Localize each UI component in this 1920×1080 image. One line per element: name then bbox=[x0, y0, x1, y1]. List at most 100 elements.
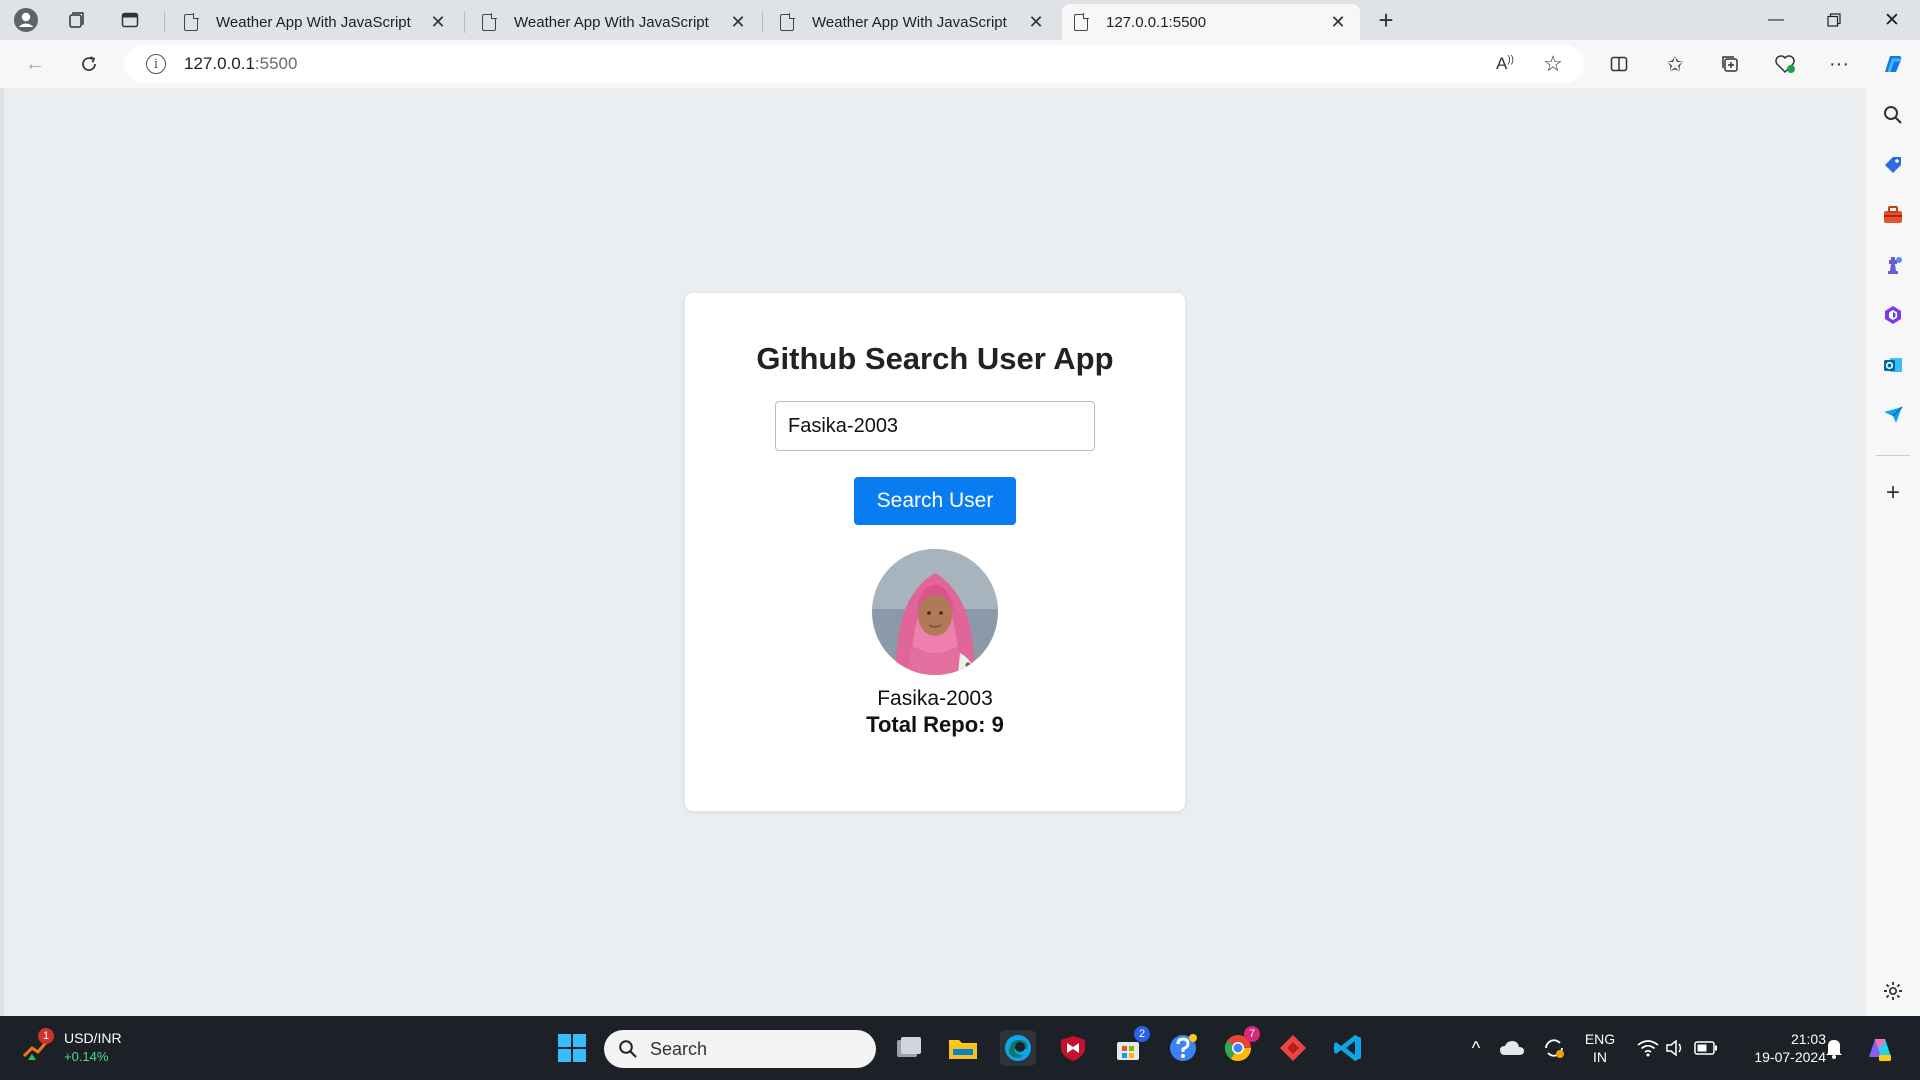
minimize-button[interactable]: — bbox=[1748, 0, 1804, 40]
page-icon bbox=[482, 12, 497, 31]
outlook-icon bbox=[1884, 358, 1902, 372]
read-aloud-icon: A)) bbox=[1495, 54, 1514, 73]
copilot-icon bbox=[1885, 56, 1902, 73]
restore-button[interactable] bbox=[1806, 0, 1862, 40]
store-button[interactable]: 2 bbox=[1110, 1026, 1150, 1066]
task-view-button[interactable] bbox=[890, 1030, 926, 1066]
clock-time: 21:03 bbox=[1790, 1031, 1826, 1047]
sidebar-send-button[interactable] bbox=[1880, 402, 1906, 428]
clock[interactable]: 21:03 19-07-2024 bbox=[1730, 1030, 1826, 1066]
browser-essentials-button[interactable] bbox=[1768, 48, 1802, 80]
page-icon bbox=[780, 12, 795, 31]
anydesk-button[interactable] bbox=[1275, 1030, 1311, 1066]
windows-logo-icon bbox=[558, 1034, 586, 1062]
refresh-button[interactable] bbox=[72, 48, 106, 80]
chrome-button[interactable]: 7 bbox=[1220, 1026, 1260, 1066]
close-icon[interactable]: ✕ bbox=[728, 12, 748, 33]
username-search-input[interactable] bbox=[775, 401, 1095, 451]
help-icon bbox=[1170, 1034, 1197, 1061]
sync-button[interactable] bbox=[1536, 1030, 1572, 1066]
copilot-taskbar-button[interactable] bbox=[1862, 1030, 1898, 1066]
widget-change: +0.14% bbox=[64, 1049, 109, 1064]
vscode-button[interactable] bbox=[1330, 1030, 1366, 1066]
split-screen-icon bbox=[1610, 56, 1628, 72]
more-icon: ··· bbox=[1829, 52, 1849, 75]
sidebar-tools-button[interactable] bbox=[1880, 202, 1906, 228]
onedrive-button[interactable] bbox=[1494, 1030, 1530, 1066]
back-button[interactable]: ← bbox=[18, 48, 52, 80]
tab-2[interactable]: Weather App With JavaScript ✕ bbox=[470, 4, 760, 40]
favorites-icon: ✩ bbox=[1666, 53, 1684, 76]
sidebar-games-button[interactable] bbox=[1880, 252, 1906, 278]
microsoft365-icon bbox=[1885, 306, 1901, 324]
address-bar[interactable]: i 127.0.0.1:5500 bbox=[124, 45, 1584, 83]
favorites-button[interactable]: ✩ bbox=[1658, 48, 1692, 80]
folder-icon bbox=[949, 1040, 977, 1059]
copilot-button[interactable] bbox=[1876, 48, 1910, 80]
battery-button[interactable] bbox=[1688, 1030, 1724, 1066]
show-hidden-icons-button[interactable]: ^ bbox=[1458, 1030, 1494, 1066]
collections-button[interactable] bbox=[1713, 48, 1747, 80]
notifications-button[interactable] bbox=[1816, 1030, 1852, 1066]
new-tab-button[interactable]: + bbox=[1368, 4, 1404, 36]
tab-title: Weather App With JavaScript bbox=[514, 13, 709, 31]
clock-date: 19-07-2024 bbox=[1754, 1049, 1826, 1065]
sidebar-office-button[interactable] bbox=[1880, 302, 1906, 328]
add-favorite-button[interactable]: ☆ bbox=[1536, 48, 1570, 80]
language-indicator[interactable]: ENG IN bbox=[1582, 1030, 1618, 1066]
wifi-icon bbox=[1637, 1040, 1659, 1057]
mcafee-shield-icon bbox=[1061, 1036, 1085, 1061]
shopping-tag-icon bbox=[1885, 157, 1901, 173]
close-window-button[interactable]: ✕ bbox=[1864, 0, 1920, 40]
sidebar-add-button[interactable]: + bbox=[1880, 479, 1906, 506]
widget-label: USD/INR bbox=[64, 1030, 122, 1046]
edge-icon bbox=[1005, 1035, 1031, 1061]
gear-icon bbox=[1884, 982, 1902, 1000]
copilot-colorful-icon bbox=[1869, 1039, 1891, 1061]
tab-1[interactable]: Weather App With JavaScript ✕ bbox=[172, 4, 460, 40]
user-avatar bbox=[872, 549, 998, 675]
read-aloud-button[interactable]: A)) bbox=[1488, 48, 1522, 80]
sidebar-settings-button[interactable] bbox=[1880, 978, 1906, 1004]
cloud-icon bbox=[1500, 1041, 1524, 1055]
tab-4-active[interactable]: 127.0.0.1:5500 ✕ bbox=[1062, 4, 1360, 40]
split-screen-button[interactable] bbox=[1602, 48, 1636, 80]
site-info-icon[interactable]: i bbox=[146, 54, 166, 74]
tab-title: 127.0.0.1:5500 bbox=[1106, 13, 1207, 31]
collections-icon bbox=[1722, 56, 1738, 72]
sidebar-divider bbox=[1876, 455, 1910, 456]
workspaces-icon bbox=[69, 12, 84, 28]
file-explorer-button[interactable] bbox=[945, 1030, 981, 1066]
star-icon: ☆ bbox=[1543, 51, 1563, 76]
store-badge: 2 bbox=[1134, 1026, 1150, 1042]
settings-more-button[interactable]: ··· bbox=[1822, 48, 1856, 80]
taskbar-search[interactable]: Search bbox=[604, 1030, 876, 1068]
mcafee-button[interactable] bbox=[1055, 1030, 1091, 1066]
close-icon[interactable]: ✕ bbox=[1026, 12, 1046, 33]
start-button[interactable] bbox=[554, 1030, 590, 1066]
tab-divider bbox=[762, 11, 763, 33]
tab-3[interactable]: Weather App With JavaScript ✕ bbox=[768, 4, 1058, 40]
vscode-icon bbox=[1334, 1035, 1361, 1061]
help-app-button[interactable] bbox=[1165, 1030, 1201, 1066]
market-widget[interactable]: 1 USD/INR +0.14% bbox=[22, 1028, 142, 1068]
workspaces-button[interactable] bbox=[59, 4, 95, 36]
url-text: 127.0.0.1:5500 bbox=[184, 54, 297, 74]
profile-button[interactable] bbox=[8, 4, 44, 36]
search-user-button[interactable]: Search User bbox=[854, 477, 1016, 525]
back-arrow-icon: ← bbox=[25, 52, 45, 75]
close-icon[interactable]: ✕ bbox=[1328, 12, 1348, 33]
edge-taskbar-button[interactable] bbox=[1000, 1030, 1036, 1066]
heart-pulse-icon bbox=[1775, 55, 1795, 74]
tab-title: Weather App With JavaScript bbox=[812, 13, 1007, 31]
minimize-icon: — bbox=[1768, 11, 1784, 28]
sidebar-outlook-button[interactable] bbox=[1880, 352, 1906, 378]
avatar-photo bbox=[872, 549, 998, 675]
sidebar-shopping-button[interactable] bbox=[1880, 152, 1906, 178]
result-repo-count: Total Repo: 9 bbox=[866, 712, 1004, 737]
battery-icon bbox=[1694, 1041, 1717, 1055]
tab-actions-button[interactable] bbox=[112, 4, 148, 36]
sidebar-search-button[interactable] bbox=[1880, 102, 1906, 128]
close-icon[interactable]: ✕ bbox=[428, 12, 448, 33]
browser-toolbar: ← i 127.0.0.1:5500 A)) ☆ ✩ ··· bbox=[0, 40, 1920, 88]
